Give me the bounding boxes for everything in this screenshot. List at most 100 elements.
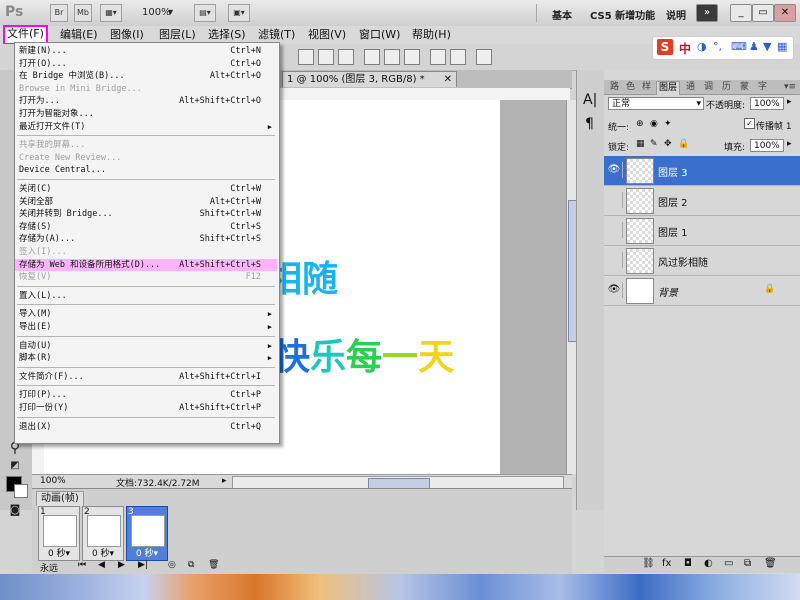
menu-edit[interactable]: 编辑(E) (58, 27, 100, 43)
opacity-input[interactable]: 100% (750, 97, 784, 110)
file-menu-item[interactable]: 存储为(A)... Shift+Ctrl+S (15, 233, 277, 245)
align-top-icon[interactable] (298, 49, 314, 65)
distribute-vcenter-icon[interactable] (384, 49, 400, 65)
help-workspace[interactable]: 说明 (666, 7, 686, 22)
file-menu-item[interactable]: 置入(L)... (15, 290, 277, 302)
user-icon[interactable]: ♟ (749, 40, 759, 53)
file-menu-item[interactable]: 打印一份(Y) Alt+Shift+Ctrl+P (15, 402, 277, 414)
auto-align-icon[interactable] (476, 49, 492, 65)
animation-frame[interactable]: 1 0 秒▾ (38, 506, 80, 561)
tab-character[interactable]: 字 (756, 81, 769, 94)
duplicate-frame-icon[interactable]: ⧉ (188, 560, 194, 570)
distribute-bottom-icon[interactable] (404, 49, 420, 65)
layer-style-icon[interactable]: fx (662, 558, 671, 569)
menu-window[interactable]: 窗口(W) (357, 27, 402, 43)
tab-channels[interactable]: 通 (684, 81, 697, 94)
keyboard-icon[interactable]: ⌨ (731, 40, 747, 53)
lock-position-icon[interactable]: ✥ (664, 139, 672, 149)
tab-swatches[interactable]: 样 (640, 81, 653, 94)
file-menu-item[interactable]: 新建(N)... Ctrl+N (15, 45, 277, 57)
file-menu-item[interactable]: 自动(U) ▶ (15, 340, 277, 352)
loop-options[interactable]: 永远 (40, 561, 58, 574)
file-menu-item[interactable]: 导出(E) ▶ (15, 321, 277, 333)
panel-menu-icon[interactable]: ▾≡ (782, 81, 798, 94)
frame-delay[interactable]: 0 秒▾ (39, 546, 79, 559)
file-menu-item[interactable]: 存储为 Web 和设备所用格式(D)... Alt+Shift+Ctrl+S (15, 258, 277, 271)
previous-frame-icon[interactable]: ◀ (98, 560, 105, 570)
restore-icon[interactable]: ▭ (752, 4, 774, 22)
file-menu-item[interactable]: 打开为智能对象... (15, 108, 277, 120)
propagate-checkbox[interactable]: ✓ (744, 118, 755, 129)
half-width-icon[interactable]: ◑ (697, 40, 707, 53)
blend-mode-select[interactable]: 正常 ▾ (608, 97, 704, 110)
more-workspaces-icon[interactable]: » (696, 4, 718, 22)
skin-icon[interactable]: ▼ (763, 40, 771, 53)
tab-layers[interactable]: 图层 (656, 81, 681, 95)
background-color-swatch[interactable] (14, 484, 28, 498)
workspace-basic[interactable]: 基本 (552, 7, 572, 22)
lock-image-icon[interactable]: ✎ (650, 139, 658, 149)
file-menu-item[interactable]: 导入(M) ▶ (15, 308, 277, 320)
paragraph-panel-icon[interactable]: ¶ (585, 116, 594, 132)
unify-visibility-icon[interactable]: ◉ (650, 119, 658, 129)
frame-delay[interactable]: 0 秒▾ (83, 546, 123, 559)
toolbox-icon[interactable]: ▦ (777, 40, 787, 53)
quick-mask-icon[interactable]: ◙ (6, 502, 24, 518)
layer-row[interactable]: 👁 背景 🔒 (604, 276, 800, 306)
file-menu-item[interactable]: 打开为... Alt+Shift+Ctrl+O (15, 95, 277, 107)
distribute-top-icon[interactable] (364, 49, 380, 65)
menu-filter[interactable]: 滤镜(T) (256, 27, 297, 43)
minimize-icon[interactable]: _ (730, 4, 752, 22)
arrange-documents-icon[interactable]: ▤▾ (194, 4, 216, 22)
menu-help[interactable]: 帮助(H) (410, 27, 453, 43)
visibility-toggle[interactable] (606, 222, 623, 238)
fill-input[interactable]: 100% (750, 139, 784, 152)
close-icon[interactable]: ✕ (774, 4, 796, 22)
tab-history[interactable]: 历 (720, 81, 733, 94)
tab-color[interactable]: 色 (624, 81, 637, 94)
layer-row[interactable]: 图层 2 (604, 186, 800, 216)
lock-transparent-icon[interactable]: ▦ (636, 139, 645, 149)
file-menu-item[interactable]: 关闭并转到 Bridge... Shift+Ctrl+W (15, 208, 277, 220)
file-menu-item[interactable]: Device Central... (15, 164, 277, 176)
align-vcenter-icon[interactable] (318, 49, 334, 65)
add-mask-icon[interactable]: ◘ (684, 558, 692, 569)
menu-image[interactable]: 图像(I) (108, 27, 146, 43)
ime-chinese-mode[interactable]: 中 (679, 40, 691, 57)
fill-arrow-icon[interactable]: ▸ (787, 139, 792, 149)
layer-row[interactable]: 图层 1 (604, 216, 800, 246)
delete-layer-icon[interactable]: 🗑 (764, 558, 777, 569)
distribute-left-icon[interactable] (430, 49, 446, 65)
play-icon[interactable]: ▶ (118, 560, 125, 570)
workspace-cs5-new[interactable]: CS5 新增功能 (590, 7, 655, 22)
visibility-toggle[interactable] (606, 252, 623, 268)
new-group-icon[interactable]: ▭ (724, 558, 733, 569)
visibility-toggle[interactable] (606, 192, 623, 208)
link-layers-icon[interactable]: ⛓ (642, 558, 655, 569)
lock-all-icon[interactable]: 🔒 (678, 139, 689, 149)
status-menu-icon[interactable]: ▸ (222, 476, 227, 486)
frame-delay[interactable]: 0 秒▾ (127, 546, 167, 559)
sogou-logo-icon[interactable]: S (657, 39, 673, 55)
file-menu-item[interactable]: 关闭全部 Alt+Ctrl+W (15, 196, 277, 208)
file-menu-item[interactable]: 存储(S) Ctrl+S (15, 221, 277, 233)
animation-frame-selected[interactable]: 3 0 秒▾ (126, 506, 168, 561)
file-menu-item[interactable]: 文件简介(F)... Alt+Shift+Ctrl+I (15, 371, 277, 383)
align-bottom-icon[interactable] (338, 49, 354, 65)
default-colors-icon[interactable]: ◩ (6, 458, 24, 474)
file-menu-item[interactable]: 在 Bridge 中浏览(B)... Alt+Ctrl+O (15, 70, 277, 82)
close-tab-icon[interactable]: ✕ (444, 72, 452, 88)
new-layer-icon[interactable]: ⧉ (744, 558, 751, 569)
file-menu-item[interactable]: 关闭(C) Ctrl+W (15, 183, 277, 195)
zoom-level[interactable]: 100% (142, 7, 171, 18)
menu-layer[interactable]: 图层(L) (157, 27, 198, 43)
file-menu-item[interactable]: 退出(X) Ctrl+Q (15, 421, 277, 433)
document-tab[interactable]: 1 @ 100% (图层 3, RGB/8) * ✕ (282, 71, 457, 87)
opacity-arrow-icon[interactable]: ▸ (787, 97, 792, 107)
first-frame-icon[interactable]: ⏮ (78, 560, 86, 570)
mini-bridge-button[interactable]: Mb (74, 4, 92, 22)
tab-adjustments[interactable]: 调 (702, 81, 715, 94)
character-panel-icon[interactable]: A| (583, 92, 597, 108)
file-menu-item[interactable]: 脚本(R) ▶ (15, 352, 277, 364)
animation-tab[interactable]: 动画(帧) (36, 491, 84, 506)
